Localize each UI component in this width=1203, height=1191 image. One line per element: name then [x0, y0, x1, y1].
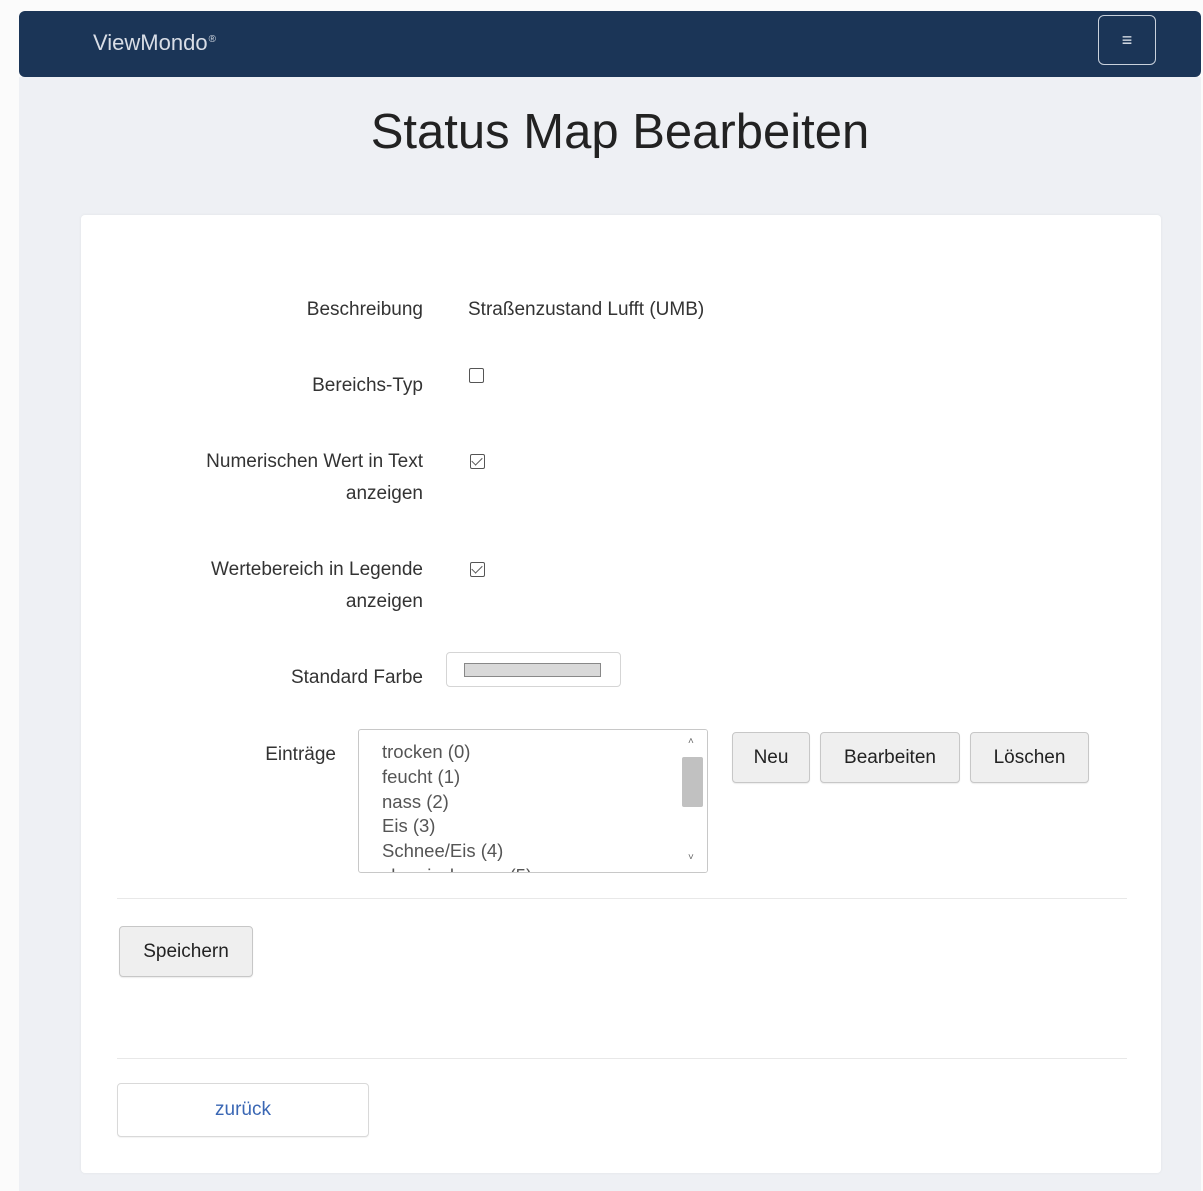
- brand-registered-mark: ®: [208, 33, 216, 45]
- eintraege-listbox[interactable]: trocken (0) feucht (1) nass (2) Eis (3) …: [358, 729, 708, 873]
- loeschen-button[interactable]: Löschen: [970, 732, 1089, 783]
- list-item[interactable]: chemisch nass (5): [382, 864, 532, 872]
- menu-toggle-button[interactable]: ≡: [1098, 15, 1156, 65]
- numerisch-label-line1: Numerischen Wert in Text: [206, 451, 423, 472]
- wertebereich-label-line2: anzeigen: [345, 591, 423, 612]
- page-title: Status Map Bearbeiten: [370, 105, 870, 159]
- beschreibung-label: Beschreibung: [306, 299, 423, 320]
- speichern-button[interactable]: Speichern: [119, 926, 253, 977]
- hamburger-icon: ≡: [1121, 29, 1133, 50]
- scroll-down-icon[interactable]: ˅: [688, 853, 696, 863]
- bearbeiten-button[interactable]: Bearbeiten: [820, 732, 960, 783]
- divider: [117, 1058, 1127, 1059]
- standard-farbe-picker[interactable]: [446, 652, 621, 687]
- numerisch-checkbox[interactable]: [470, 454, 485, 469]
- wertebereich-label-line1: Wertebereich in Legende: [211, 559, 423, 580]
- form-card: [81, 215, 1161, 1173]
- color-swatch: [464, 663, 601, 677]
- eintraege-label: Einträge: [265, 744, 336, 765]
- list-item[interactable]: Schnee/Eis (4): [382, 839, 503, 863]
- list-item[interactable]: trocken (0): [382, 740, 470, 764]
- scroll-up-icon[interactable]: ˄: [688, 737, 696, 747]
- wertebereich-checkbox[interactable]: [470, 562, 485, 577]
- brand-name: ViewMondo: [93, 30, 208, 55]
- bereichs-typ-label: Bereichs-Typ: [312, 375, 423, 396]
- beschreibung-value: Straßenzustand Lufft (UMB): [468, 299, 705, 320]
- numerisch-label-line2: anzeigen: [345, 483, 423, 504]
- neu-button[interactable]: Neu: [732, 732, 810, 783]
- brand-logo[interactable]: ViewMondo®: [93, 30, 216, 56]
- bereichs-typ-checkbox[interactable]: [469, 368, 484, 383]
- divider: [117, 898, 1127, 899]
- listbox-scroll-thumb[interactable]: [682, 757, 703, 807]
- list-item[interactable]: feucht (1): [382, 765, 460, 789]
- list-item[interactable]: Eis (3): [382, 814, 435, 838]
- top-navbar: ViewMondo® ≡: [19, 11, 1201, 77]
- list-item[interactable]: nass (2): [382, 790, 449, 814]
- standard-farbe-label: Standard Farbe: [290, 667, 423, 688]
- zurueck-link[interactable]: zurück: [117, 1083, 369, 1137]
